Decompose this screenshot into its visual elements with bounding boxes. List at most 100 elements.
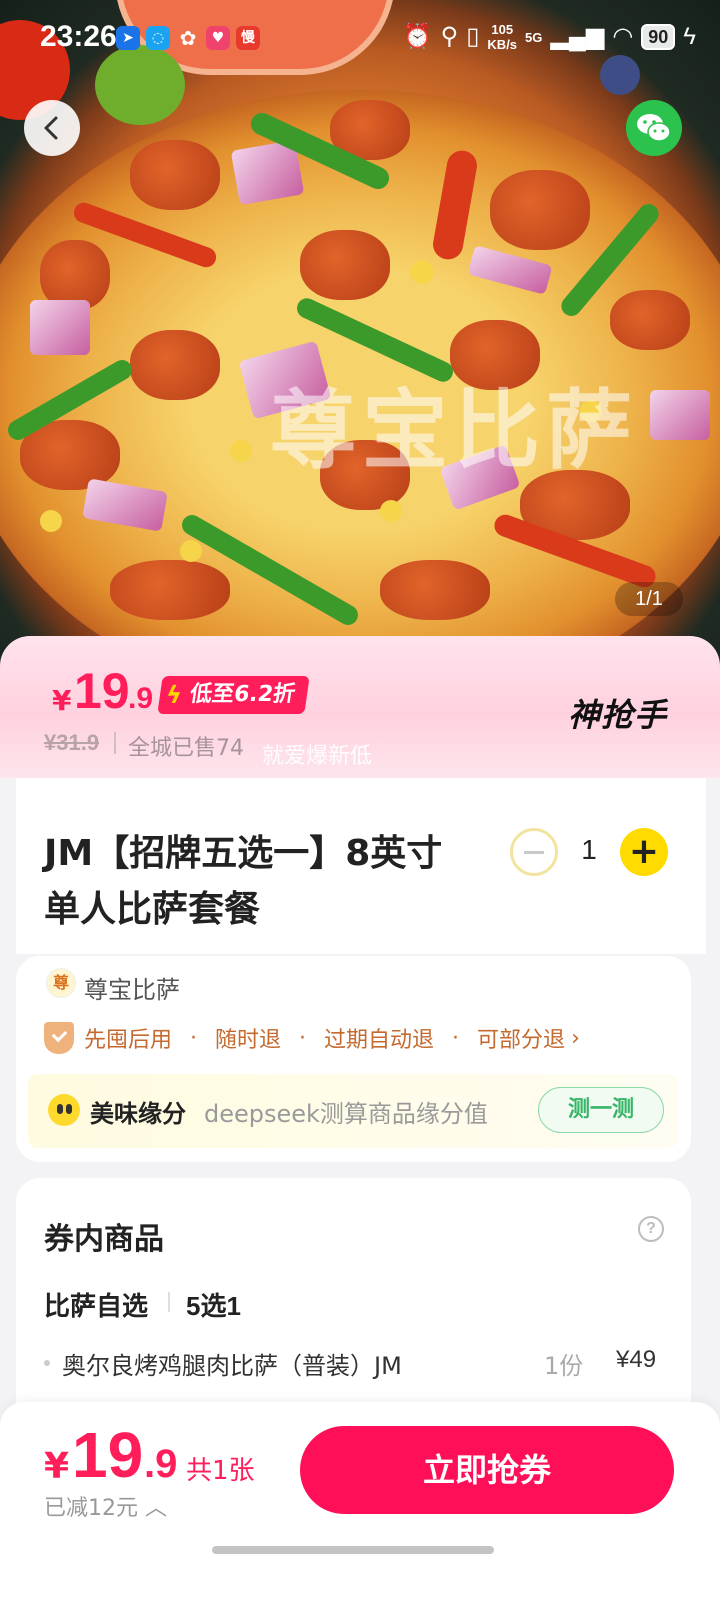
help-icon[interactable]: ? [638,1216,664,1242]
test-match-button[interactable]: 测一测 [538,1087,664,1133]
group-name: 比萨自选 [44,1292,149,1322]
quantity-increase-button[interactable]: + [620,828,668,876]
location-icon: ⚲ [440,23,459,50]
quantity-value: 1 [581,834,597,865]
service-guarantees[interactable]: 先囤后用 · 随时退 · 过期自动退 · 可部分退 › [44,1020,580,1056]
chat-bubble-app-icon: ◌ [146,26,170,50]
discount-text: 低至6.2折 [188,682,297,707]
chicken-topping [610,290,690,350]
savings-text: 已减12元 [44,1496,138,1521]
match-title: 美味缘分 [90,1100,186,1128]
item-price: ¥49 [616,1346,657,1373]
sold-count: 全城已售74 [128,736,244,761]
item-quantity: 1份 [544,1352,584,1380]
brand-watermark: 尊宝比萨 [270,381,638,481]
total-price-integer: 19 [72,1419,144,1491]
chicken-topping [300,230,390,300]
chicken-topping [110,560,230,620]
store-card: 尊 尊宝比萨 先囤后用 · 随时退 · 过期自动退 · 可部分退 › 美味缘分 … [16,956,691,1162]
chicken-topping [130,140,220,210]
savings-toggle[interactable]: 已减12元 ︿ [44,1490,167,1522]
product-title-card: JM【招牌五选一】8英寸单人比萨套餐 1 + [16,778,706,954]
chevron-up-icon: ︿ [145,1496,168,1521]
battery-icon: 90 [641,24,676,50]
plus-icon: + [628,831,660,872]
onion-topping [30,300,90,355]
match-description: deepseek测算商品缘分值 [204,1100,488,1128]
section-title: 券内商品 [44,1222,164,1257]
shield-check-icon [44,1022,74,1054]
guarantee-item: 过期自动退 [324,1028,435,1053]
divider [168,1292,170,1312]
vibrate-icon: ▯ [466,23,480,50]
total-price-decimal: .9 [144,1442,178,1486]
charging-icon: ϟ [683,23,696,50]
corn-topping [380,500,402,522]
onion-topping [650,390,710,440]
home-indicator[interactable] [212,1546,494,1554]
corn-topping [40,510,62,532]
status-bar: 23:26 ➤ ◌ ✿ ♥ 慢 ⏰ ⚲ ▯ 105 KB/s 5G ▂▄▆ ◠ … [0,0,720,78]
list-item: 奥尔良烤鸡腿肉比萨（普装）JM 1份 ¥49 [44,1346,674,1386]
signal-bars-icon: ▂▄▆ [550,23,605,50]
store-logo: 尊 [46,968,76,998]
guarantee-item: 先囤后用 [84,1028,173,1053]
network-speed: 105 KB/s [487,22,517,52]
bottom-purchase-bar: ¥ 19 .9 共1张 已减12元 ︿ 立即抢券 [0,1402,720,1600]
system-status: ⏰ ⚲ ▯ 105 KB/s 5G ▂▄▆ ◠ 90 ϟ [403,22,696,52]
heart-app-icon: ♥ [206,26,230,50]
price-banner: ¥ 19 .9 ϟ 低至6.2折 神抢手 ¥31.9 全城已售74 就爱爆新低 [0,636,720,778]
clock: 23:26 [40,20,117,53]
wechat-share-button[interactable] [626,100,682,156]
guarantee-item: 可部分退 [477,1028,566,1053]
chicken-topping [130,330,220,400]
chevron-right-icon: › [571,1025,580,1051]
coupon-count: 共1张 [186,1456,255,1486]
lightning-icon: ϟ [164,681,184,709]
minus-icon [524,850,544,854]
quantity-decrease-button[interactable] [510,828,558,876]
coupon-items-card: 券内商品 ? 比萨自选 5选1 奥尔良烤鸡腿肉比萨（普装）JM 1份 ¥49 [16,1178,691,1438]
guarantee-item: 随时退 [215,1028,282,1053]
product-detail-page: 尊宝比萨 23:26 ➤ ◌ ✿ ♥ 慢 ⏰ ⚲ ▯ 105 KB/s 5G ▂… [0,0,720,1600]
shenqiangshou-logo: 神抢手 [568,696,668,734]
price-currency: ¥ [52,684,72,717]
wechat-notification-icon: ✿ [179,26,197,50]
separator-dot: · [452,1025,460,1051]
chicken-topping [380,560,490,620]
product-title: JM【招牌五选一】8英寸单人比萨套餐 [44,833,443,930]
navigation-app-icon: ➤ [116,26,140,50]
group-rule: 5选1 [186,1291,241,1321]
corn-topping [410,260,434,284]
divider [114,732,116,754]
buy-now-button[interactable]: 立即抢券 [300,1426,674,1514]
corn-topping [180,540,202,562]
separator-dot: · [190,1025,198,1051]
separator-dot: · [299,1025,307,1051]
smile-face-icon [48,1094,80,1126]
slow-app-icon: 慢 [236,26,260,50]
network-speed-value: 105 [491,22,514,37]
bullet [44,1360,50,1366]
item-name: 奥尔良烤鸡腿肉比萨（普装）JM [62,1352,402,1380]
store-name[interactable]: 尊宝比萨 [84,970,180,1005]
wechat-icon [637,114,671,142]
network-speed-unit: KB/s [487,37,518,52]
back-button[interactable] [24,100,80,156]
price-integer: 19 [74,663,130,719]
price-decimal: .9 [128,682,154,715]
total-currency: ¥ [44,1446,70,1487]
chevron-left-icon [44,116,58,140]
original-price: ¥31.9 [44,730,100,755]
corn-topping [230,440,252,462]
discount-badge: ϟ 低至6.2折 [157,676,310,714]
notification-icons: ➤ ◌ ✿ ♥ 慢 [116,26,260,50]
flavor-match-bar: 美味缘分 deepseek测算商品缘分值 测一测 [28,1074,678,1148]
slogan-text: 就爱爆新低 [262,744,373,769]
product-image[interactable]: 尊宝比萨 [0,0,720,700]
wifi-icon: ◠ [612,23,634,50]
alarm-icon: ⏰ [402,23,433,50]
signal-5g-icon: 5G [525,29,543,45]
image-page-indicator: 1/1 [615,582,683,616]
chicken-topping [490,170,590,250]
